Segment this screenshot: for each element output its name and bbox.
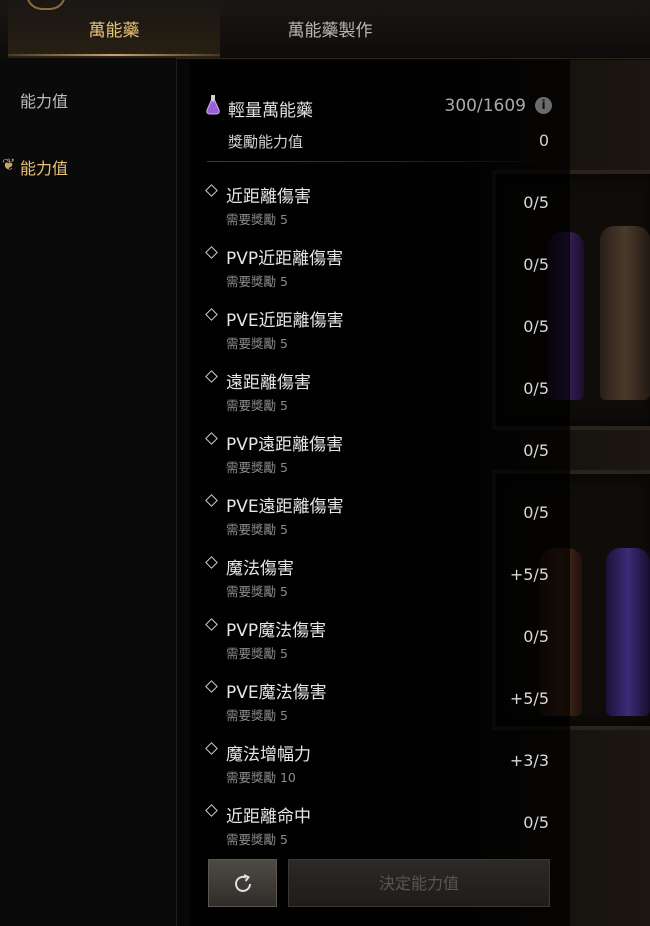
stat-row[interactable]: PVE遠距離傷害 需要獎勵 5 0/5: [200, 492, 560, 554]
stat-requirement: 需要獎勵 5: [226, 212, 288, 227]
diamond-icon: [205, 184, 218, 197]
diamond-icon: [205, 742, 218, 755]
stat-requirement: 需要獎勵 5: [226, 584, 288, 599]
potion-icon: [206, 95, 220, 115]
stat-row[interactable]: PVP魔法傷害 需要獎勵 5 0/5: [200, 616, 560, 678]
stat-value: +5/5: [509, 565, 549, 584]
stat-row[interactable]: 近距離傷害 需要獎勵 5 0/5: [200, 182, 560, 244]
tab-bar: 萬能藥 萬能藥製作: [0, 0, 650, 59]
stat-name: PVP遠距離傷害: [226, 435, 344, 455]
stat-requirement: 需要獎勵 5: [226, 460, 288, 475]
stat-name: PVP魔法傷害: [226, 621, 327, 641]
stat-row[interactable]: 近距離命中 需要獎勵 5 0/5: [200, 802, 560, 864]
stat-name: PVE遠距離傷害: [226, 497, 344, 517]
stat-name: 魔法增幅力: [226, 745, 311, 765]
stat-name: 近距離命中: [226, 807, 311, 827]
stat-requirement: 需要獎勵 5: [226, 274, 288, 289]
stat-value: +5/5: [509, 689, 549, 708]
bottle-brown-1: [600, 226, 650, 400]
stat-value: 0/5: [523, 255, 549, 274]
diamond-icon: [205, 680, 218, 693]
sidebar-item-stats-header[interactable]: 能力值: [20, 88, 68, 112]
bottle-purple-2: [606, 548, 650, 716]
divider: [207, 161, 552, 162]
reward-points-value: 0: [538, 131, 549, 150]
stat-row[interactable]: 遠距離傷害 需要獎勵 5 0/5: [200, 368, 560, 430]
sidebar: 能力值 ❦ 能力值: [0, 58, 177, 926]
confirm-stats-button[interactable]: 決定能力值: [288, 859, 550, 907]
potion-count: 300/1609: [444, 96, 526, 116]
stat-name: 魔法傷害: [226, 559, 294, 579]
stat-name: 遠距離傷害: [226, 373, 311, 393]
stat-row[interactable]: PVE魔法傷害 需要獎勵 5 +5/5: [200, 678, 560, 740]
stat-row[interactable]: 魔法傷害 需要獎勵 5 +5/5: [200, 554, 560, 616]
stat-requirement: 需要獎勵 5: [226, 398, 288, 413]
stat-row[interactable]: PVP近距離傷害 需要獎勵 5 0/5: [200, 244, 560, 306]
reset-button[interactable]: [208, 859, 277, 907]
stat-requirement: 需要獎勵 5: [226, 646, 288, 661]
diamond-icon: [205, 556, 218, 569]
diamond-icon: [205, 308, 218, 321]
diamond-icon: [205, 370, 218, 383]
potion-name: 輕量萬能藥: [228, 101, 313, 121]
stat-requirement: 需要獎勵 10: [226, 770, 296, 785]
stat-value: 0/5: [523, 193, 549, 212]
stat-name: PVE近距離傷害: [226, 311, 344, 331]
stat-row[interactable]: 魔法增幅力 需要獎勵 10 +3/3: [200, 740, 560, 802]
tab-elixir-crafting[interactable]: 萬能藥製作: [230, 0, 430, 58]
info-icon[interactable]: i: [535, 97, 552, 114]
stat-value: 0/5: [523, 317, 549, 336]
stat-value: +3/3: [509, 751, 549, 770]
diamond-icon: [205, 618, 218, 631]
stat-requirement: 需要獎勵 5: [226, 336, 288, 351]
stat-value: 0/5: [523, 379, 549, 398]
stat-name: PVE魔法傷害: [226, 683, 327, 703]
stat-name: 近距離傷害: [226, 187, 311, 207]
stat-value: 0/5: [523, 503, 549, 522]
stat-value: 0/5: [523, 813, 549, 832]
reward-points-label: 獎勵能力值: [228, 133, 304, 151]
diamond-icon: [205, 804, 218, 817]
branch-icon: ❦: [2, 155, 16, 174]
stat-row[interactable]: PVE近距離傷害 需要獎勵 5 0/5: [200, 306, 560, 368]
stat-row[interactable]: PVP遠距離傷害 需要獎勵 5 0/5: [200, 430, 560, 492]
diamond-icon: [205, 432, 218, 445]
stat-name: PVP近距離傷害: [226, 249, 344, 269]
tab-active-indicator: [8, 54, 220, 56]
tab-elixir[interactable]: 萬能藥: [8, 0, 220, 58]
refresh-icon: [235, 874, 251, 892]
sidebar-item-stats-selected[interactable]: 能力值: [20, 155, 68, 179]
stat-value: 0/5: [523, 627, 549, 646]
diamond-icon: [205, 494, 218, 507]
stat-requirement: 需要獎勵 5: [226, 832, 288, 847]
stat-value: 0/5: [523, 441, 549, 460]
stat-requirement: 需要獎勵 5: [226, 708, 288, 723]
diamond-icon: [205, 246, 218, 259]
stat-requirement: 需要獎勵 5: [226, 522, 288, 537]
